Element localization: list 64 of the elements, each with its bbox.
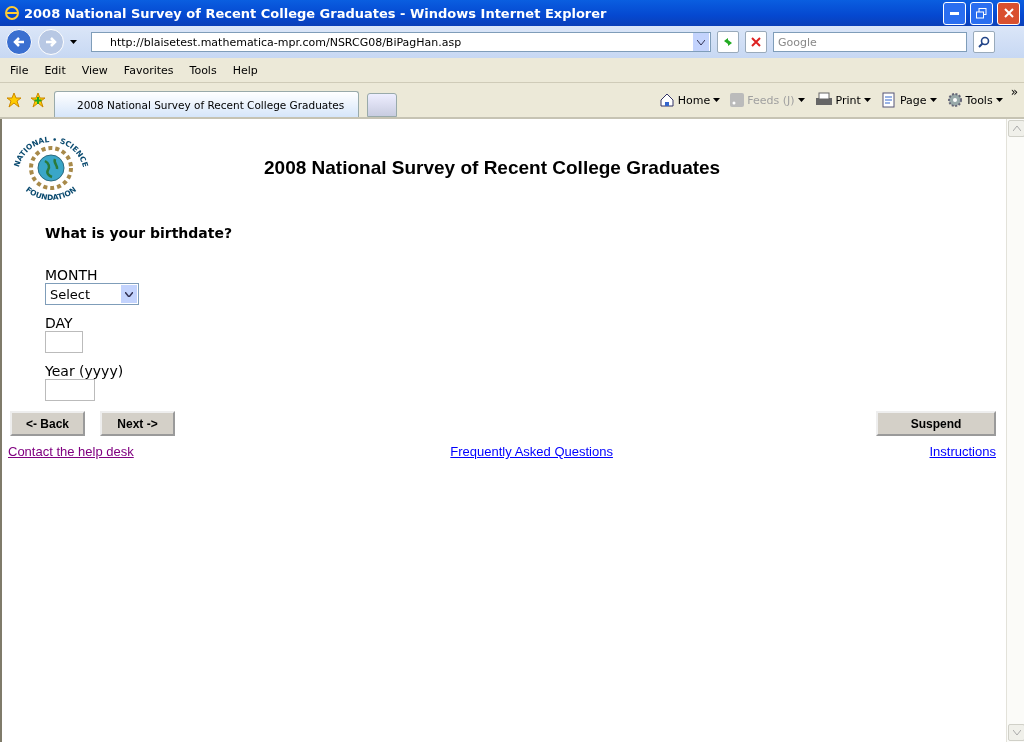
link[interactable]: Frequently Asked Questions [450,444,613,459]
chevron-down-icon [125,291,133,297]
browser-tab[interactable]: 2008 National Survey of Recent College Graduates [54,91,360,117]
field-label: DAY [45,315,74,331]
favorites-star-icon[interactable] [6,92,22,108]
right-arrow-icon [45,36,57,48]
close-icon [1003,8,1014,18]
search-field[interactable]: Google [773,32,967,52]
minimize-icon [950,11,959,15]
left-arrow-icon [13,36,25,48]
command-button[interactable]: Page [880,92,937,108]
suspend-button[interactable]: Suspend [876,411,996,436]
search-button[interactable] [973,31,995,53]
month-select[interactable]: Select [45,283,139,305]
page-heading: 2008 National Survey of Recent College Graduates [264,157,721,179]
dropdown-arrow-icon [863,98,871,102]
menu-item[interactable]: Favorites [115,63,182,77]
question-text: What is your birthdate? [45,225,234,241]
refresh-icon [722,36,734,48]
stop-button[interactable] [745,31,767,53]
back-button[interactable]: <- Back [10,411,85,436]
close-icon [751,37,761,47]
page-icon [880,92,897,108]
window-title: 2008 National Survey of Recent College Graduates - Windows Internet Explorer [24,5,608,21]
field-label: Year (yyyy) [45,363,125,379]
menu-item[interactable]: File [2,63,37,77]
dropdown-arrow-icon [70,40,77,44]
command-button[interactable]: Tools [946,92,1003,108]
menu-item[interactable]: View [73,63,116,77]
field-label: MONTH [45,267,99,283]
refresh-button[interactable] [717,31,739,53]
dropdown-arrow-icon [995,98,1003,102]
menu-item[interactable]: Edit [36,63,74,77]
chevron-up-icon [1012,126,1021,131]
restore-button[interactable] [970,1,993,25]
next-button[interactable]: Next -> [100,411,175,436]
new-tab-button[interactable] [367,93,398,117]
overflow-chevron[interactable]: » [1010,85,1018,99]
menu-item[interactable]: Help [224,63,266,77]
address-field[interactable]: http://blaisetest.mathematica-mpr.com/NSRCG08/BiPagHan.asp [91,32,711,52]
add-favorite-icon[interactable] [30,92,46,108]
gear-icon [946,92,963,108]
close-button[interactable] [997,1,1020,25]
chevron-down-icon [697,39,705,45]
printer-icon [814,92,833,108]
feed-icon [730,93,745,107]
forward-button[interactable] [38,29,64,55]
command-button[interactable]: Home [658,92,721,108]
dropdown-arrow-icon [797,98,805,102]
link[interactable]: Instructions [929,444,996,459]
house-icon [658,92,675,108]
search-icon [978,36,990,48]
chevron-down-icon [1012,730,1021,735]
year-input[interactable] [45,379,95,401]
command-button[interactable]: Print [814,92,871,108]
link[interactable]: Contact the help desk [8,444,134,459]
restore-icon [976,7,987,19]
back-button[interactable] [6,29,32,55]
dropdown-arrow-icon [929,98,937,102]
dropdown-arrow-icon [713,98,721,102]
browser-logo-icon [4,5,20,21]
minimize-button[interactable] [943,1,966,25]
menu-item[interactable]: Tools [181,63,225,77]
day-input[interactable] [45,331,83,353]
